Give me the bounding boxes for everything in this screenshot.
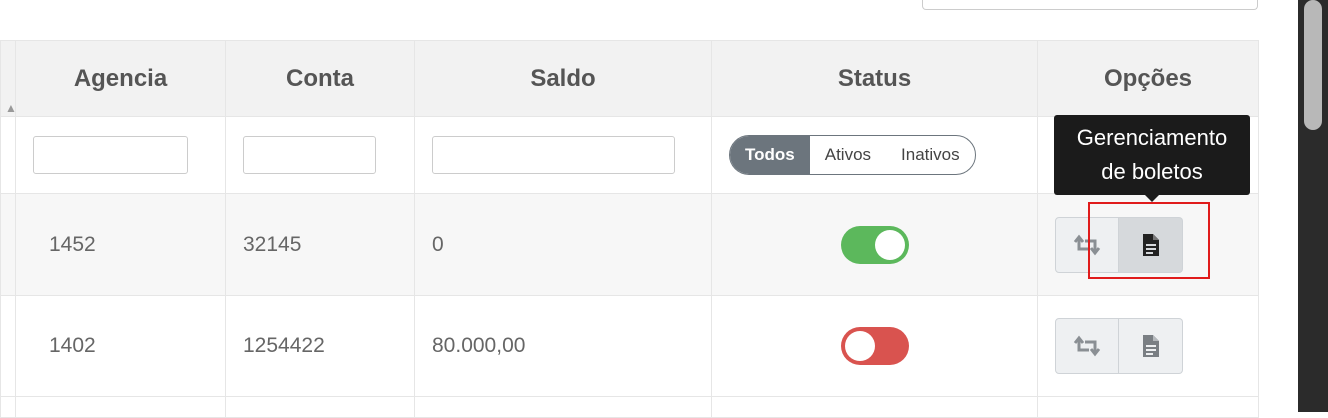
status-toggle[interactable] bbox=[840, 327, 909, 365]
row-conta: 1254422 bbox=[243, 334, 325, 357]
conta-filter-input[interactable] bbox=[243, 136, 376, 174]
filter-partial-cell bbox=[0, 116, 16, 194]
filter-saldo-cell bbox=[414, 116, 712, 194]
row-actions bbox=[1055, 318, 1183, 374]
filter-agencia-cell bbox=[15, 116, 226, 194]
agencia-filter-input[interactable] bbox=[33, 136, 188, 174]
file-text-icon bbox=[1142, 335, 1159, 357]
toggle-knob bbox=[874, 229, 905, 260]
row-partial-cell bbox=[0, 193, 16, 296]
row-agencia: 1402 bbox=[49, 334, 96, 357]
row-saldo: 0 bbox=[432, 232, 444, 256]
header-opcoes: Opções bbox=[1037, 40, 1259, 117]
header-row: ▲ Agencia Conta Saldo Status Opções bbox=[0, 40, 1259, 117]
top-search-input[interactable] bbox=[922, 0, 1258, 10]
accounts-table: ▲ Agencia Conta Saldo Status Opções Todo… bbox=[0, 40, 1259, 418]
retweet-icon bbox=[1073, 335, 1101, 357]
boleto-tooltip: Gerenciamento de boletos bbox=[1054, 115, 1250, 195]
scrollbar-thumb[interactable] bbox=[1304, 0, 1322, 130]
table-row-partial bbox=[0, 396, 1259, 418]
status-filter-inativos[interactable]: Inativos bbox=[886, 136, 975, 174]
filter-status-cell: Todos Ativos Inativos bbox=[711, 116, 1038, 194]
row-conta: 32145 bbox=[243, 232, 302, 256]
tooltip-line-2: de boletos bbox=[1101, 159, 1203, 184]
header-saldo[interactable]: Saldo bbox=[414, 40, 712, 117]
sort-arrow-icon[interactable]: ▲ bbox=[5, 101, 17, 115]
header-partial-col[interactable]: ▲ bbox=[0, 40, 17, 117]
transfer-button[interactable] bbox=[1055, 318, 1119, 374]
filter-conta-cell bbox=[225, 116, 415, 194]
highlight-box bbox=[1088, 202, 1210, 279]
status-filter-segmented: Todos Ativos Inativos bbox=[729, 135, 976, 175]
status-filter-ativos[interactable]: Ativos bbox=[810, 136, 886, 174]
row-saldo: 80.000,00 bbox=[432, 334, 526, 357]
row-partial-cell bbox=[0, 295, 16, 397]
saldo-filter-input[interactable] bbox=[432, 136, 675, 174]
boleto-management-button[interactable] bbox=[1119, 318, 1183, 374]
vertical-scrollbar[interactable] bbox=[1298, 0, 1328, 412]
header-conta[interactable]: Conta bbox=[225, 40, 415, 117]
tooltip-line-1: Gerenciamento bbox=[1076, 125, 1228, 150]
header-status[interactable]: Status bbox=[711, 40, 1038, 117]
table-row: 1402 1254422 80.000,00 bbox=[0, 295, 1259, 397]
row-agencia: 1452 bbox=[49, 232, 96, 256]
table-row: 1452 32145 0 bbox=[0, 193, 1259, 296]
status-filter-todos[interactable]: Todos bbox=[730, 136, 810, 174]
status-toggle[interactable] bbox=[840, 225, 909, 264]
toggle-knob bbox=[844, 331, 875, 361]
tooltip-arrow bbox=[1145, 195, 1159, 202]
header-agencia[interactable]: Agencia bbox=[15, 40, 226, 117]
